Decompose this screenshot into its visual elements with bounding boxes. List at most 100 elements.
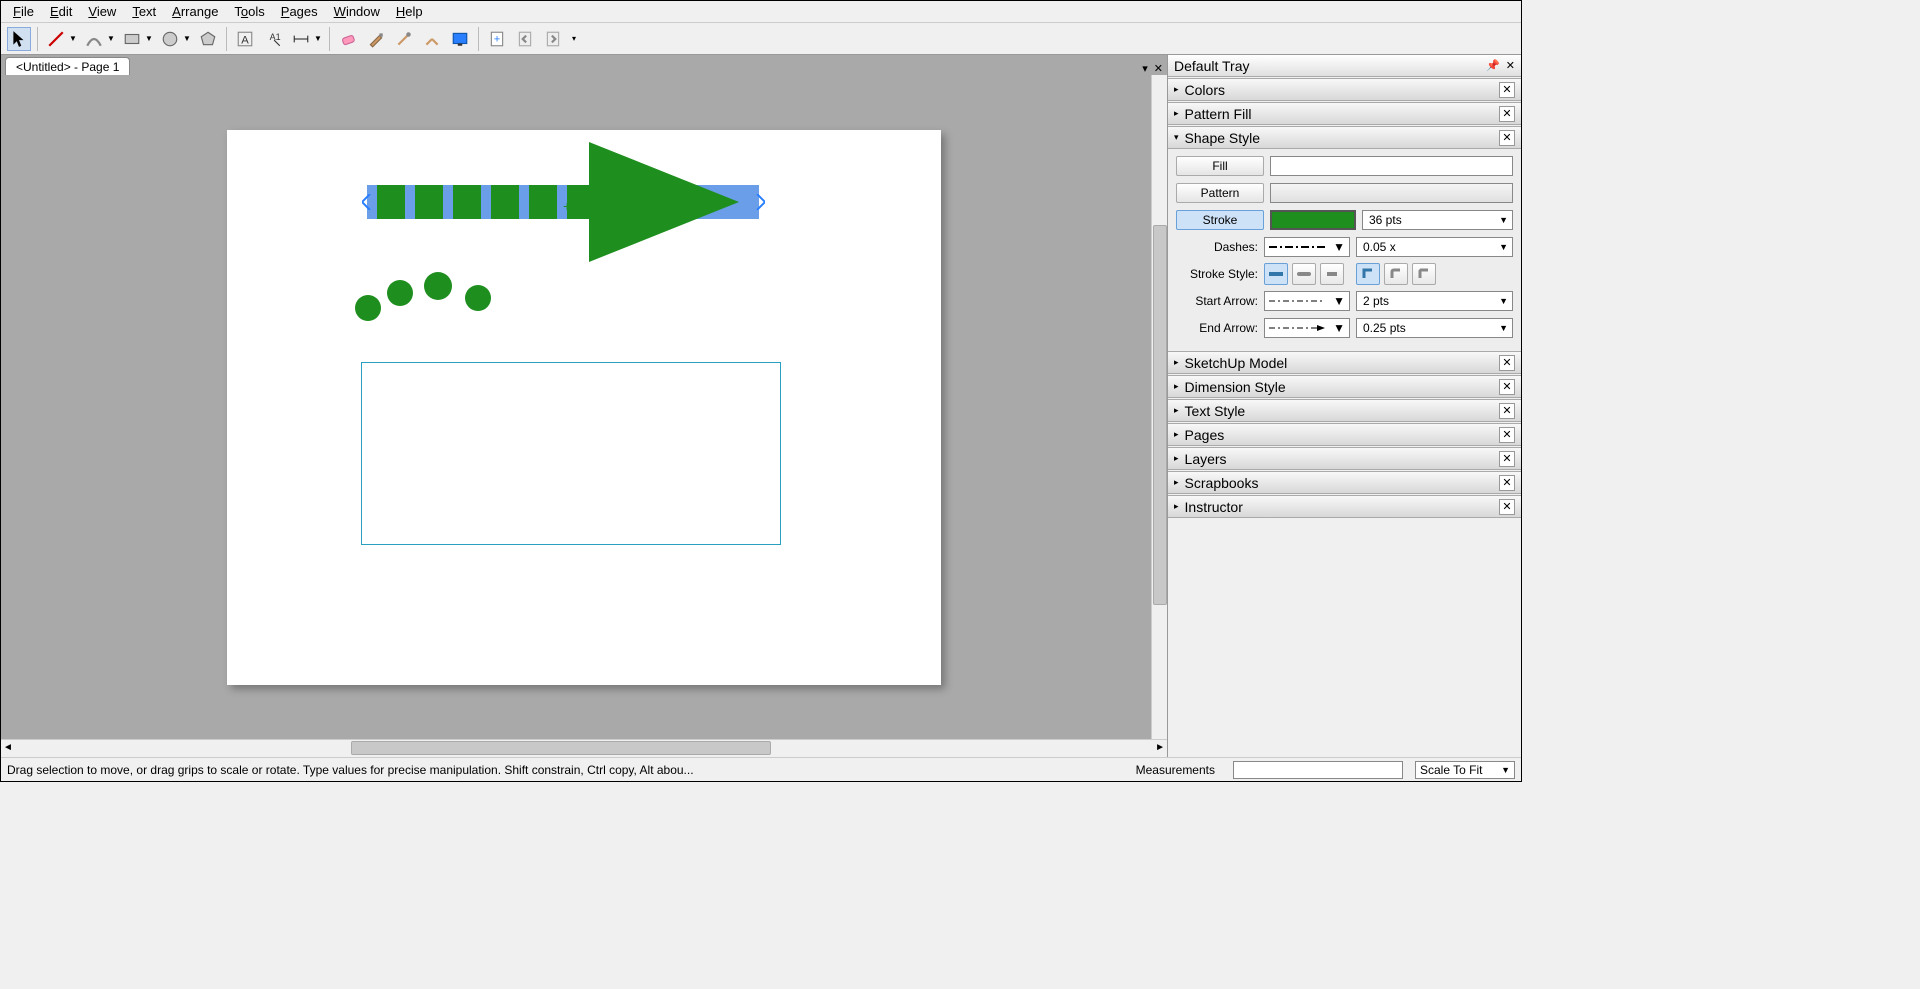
stroke-cap-flat[interactable] bbox=[1264, 263, 1288, 285]
arrow-dash[interactable] bbox=[377, 185, 405, 219]
eraser-tool[interactable] bbox=[336, 27, 360, 51]
prev-page-tool[interactable] bbox=[513, 27, 537, 51]
arrow-dash[interactable] bbox=[453, 185, 481, 219]
polygon-tool[interactable] bbox=[196, 27, 220, 51]
stroke-swatch[interactable] bbox=[1270, 210, 1356, 230]
line-tool[interactable] bbox=[44, 27, 68, 51]
line-tool-dropdown[interactable]: ▼ bbox=[68, 34, 78, 43]
panel-close-icon[interactable]: ✕ bbox=[1499, 82, 1515, 98]
selection-handle-right[interactable] bbox=[755, 194, 765, 210]
arrow-dash[interactable] bbox=[415, 185, 443, 219]
join-tool[interactable] bbox=[420, 27, 444, 51]
page-tab[interactable]: <Untitled> - Page 1 bbox=[5, 57, 130, 75]
panel-close-icon[interactable]: ✕ bbox=[1499, 427, 1515, 443]
canvas-dot[interactable] bbox=[355, 295, 381, 321]
panel-close-icon[interactable]: ✕ bbox=[1499, 403, 1515, 419]
stroke-join-bevel[interactable] bbox=[1412, 263, 1436, 285]
panel-colors[interactable]: ▸Colors✕ bbox=[1168, 78, 1521, 101]
toolbar-overflow[interactable]: ▾ bbox=[569, 34, 579, 43]
label-tool[interactable]: A1 bbox=[261, 27, 285, 51]
menu-text[interactable]: Text bbox=[124, 2, 164, 21]
dashes-preview-combo[interactable]: ▼ bbox=[1264, 237, 1350, 257]
tray-close-icon[interactable]: ✕ bbox=[1506, 59, 1515, 72]
vertical-scrollbar[interactable] bbox=[1151, 75, 1167, 739]
add-page-tool[interactable]: + bbox=[485, 27, 509, 51]
tray-pin-icon[interactable]: 📌 bbox=[1486, 59, 1500, 72]
menu-view[interactable]: View bbox=[80, 2, 124, 21]
selection-handle-left[interactable] bbox=[362, 194, 372, 210]
panel-close-icon[interactable]: ✕ bbox=[1499, 106, 1515, 122]
panel-close-icon[interactable]: ✕ bbox=[1499, 499, 1515, 515]
tray-header[interactable]: Default Tray 📌 ✕ bbox=[1168, 55, 1521, 77]
menu-pages[interactable]: Pages bbox=[273, 2, 326, 21]
selection-center-mark[interactable]: + bbox=[563, 198, 571, 214]
panel-sketchup[interactable]: ▸SketchUp Model✕ bbox=[1168, 351, 1521, 374]
menu-file[interactable]: File bbox=[5, 2, 42, 21]
dashes-value-combo[interactable]: 0.05 x▼ bbox=[1356, 237, 1513, 257]
panel-close-icon[interactable]: ✕ bbox=[1499, 379, 1515, 395]
panel-close-icon[interactable]: ✕ bbox=[1499, 475, 1515, 491]
rectangle-tool[interactable] bbox=[120, 27, 144, 51]
page[interactable]: + bbox=[227, 130, 941, 685]
arc-tool[interactable] bbox=[82, 27, 106, 51]
panel-close-icon[interactable]: ✕ bbox=[1499, 355, 1515, 371]
menu-edit[interactable]: Edit bbox=[42, 2, 80, 21]
fill-button[interactable]: Fill bbox=[1176, 156, 1264, 176]
circle-tool-dropdown[interactable]: ▼ bbox=[182, 34, 192, 43]
end-arrow-size-combo[interactable]: 0.25 pts▼ bbox=[1356, 318, 1513, 338]
arrow-dash[interactable] bbox=[491, 185, 519, 219]
tab-menu-dropdown[interactable]: ▾ bbox=[1142, 62, 1148, 75]
canvas-dot[interactable] bbox=[387, 280, 413, 306]
split-tool[interactable] bbox=[392, 27, 416, 51]
next-page-tool[interactable] bbox=[541, 27, 565, 51]
stroke-join-miter[interactable] bbox=[1356, 263, 1380, 285]
arrow-head[interactable] bbox=[589, 142, 739, 262]
zoom-combo[interactable]: Scale To Fit▼ bbox=[1415, 761, 1515, 779]
panel-layers[interactable]: ▸Layers✕ bbox=[1168, 447, 1521, 470]
dimension-tool[interactable] bbox=[289, 27, 313, 51]
menu-window[interactable]: Window bbox=[326, 2, 388, 21]
present-tool[interactable] bbox=[448, 27, 472, 51]
menu-tools[interactable]: Tools bbox=[226, 2, 272, 21]
pattern-button[interactable]: Pattern bbox=[1176, 183, 1264, 203]
stroke-button[interactable]: Stroke bbox=[1176, 210, 1264, 230]
start-arrow-size-combo[interactable]: 2 pts▼ bbox=[1356, 291, 1513, 311]
start-arrow-combo[interactable]: ▼ bbox=[1264, 291, 1350, 311]
canvas-dot[interactable] bbox=[424, 272, 452, 300]
select-tool[interactable] bbox=[7, 27, 31, 51]
panel-instructor[interactable]: ▸Instructor✕ bbox=[1168, 495, 1521, 518]
panel-scrapbooks[interactable]: ▸Scrapbooks✕ bbox=[1168, 471, 1521, 494]
panel-dimension[interactable]: ▸Dimension Style✕ bbox=[1168, 375, 1521, 398]
panel-pages[interactable]: ▸Pages✕ bbox=[1168, 423, 1521, 446]
stroke-join-round[interactable] bbox=[1384, 263, 1408, 285]
panel-close-icon[interactable]: ✕ bbox=[1499, 451, 1515, 467]
canvas-viewport[interactable]: + ◄ ► bbox=[1, 75, 1167, 757]
canvas-rectangle[interactable] bbox=[361, 362, 781, 545]
circle-tool[interactable] bbox=[158, 27, 182, 51]
panel-text-style[interactable]: ▸Text Style✕ bbox=[1168, 399, 1521, 422]
measurements-input[interactable] bbox=[1233, 761, 1403, 779]
dimension-tool-dropdown[interactable]: ▼ bbox=[313, 34, 323, 43]
tab-close[interactable]: ✕ bbox=[1154, 62, 1163, 75]
text-tool[interactable]: A bbox=[233, 27, 257, 51]
end-arrow-combo[interactable]: ▼ bbox=[1264, 318, 1350, 338]
scrollbar-thumb[interactable] bbox=[1153, 225, 1167, 605]
style-tool[interactable] bbox=[364, 27, 388, 51]
menu-arrange[interactable]: Arrange bbox=[164, 2, 226, 21]
horizontal-scrollbar[interactable]: ◄ ► bbox=[1, 739, 1167, 757]
panel-close-icon[interactable]: ✕ bbox=[1499, 130, 1515, 146]
scroll-right-icon[interactable]: ► bbox=[1155, 742, 1165, 753]
menu-help[interactable]: Help bbox=[388, 2, 431, 21]
scroll-left-icon[interactable]: ◄ bbox=[3, 742, 13, 753]
stroke-size-combo[interactable]: 36 pts▼ bbox=[1362, 210, 1513, 230]
pattern-swatch[interactable] bbox=[1270, 183, 1513, 203]
canvas-dot[interactable] bbox=[465, 285, 491, 311]
arc-tool-dropdown[interactable]: ▼ bbox=[106, 34, 116, 43]
arrow-dash[interactable] bbox=[529, 185, 557, 219]
scrollbar-thumb[interactable] bbox=[351, 741, 771, 755]
stroke-cap-square[interactable] bbox=[1320, 263, 1344, 285]
rectangle-tool-dropdown[interactable]: ▼ bbox=[144, 34, 154, 43]
panel-shape-style[interactable]: ▾Shape Style✕ bbox=[1168, 126, 1521, 149]
fill-swatch[interactable] bbox=[1270, 156, 1513, 176]
stroke-cap-round[interactable] bbox=[1292, 263, 1316, 285]
